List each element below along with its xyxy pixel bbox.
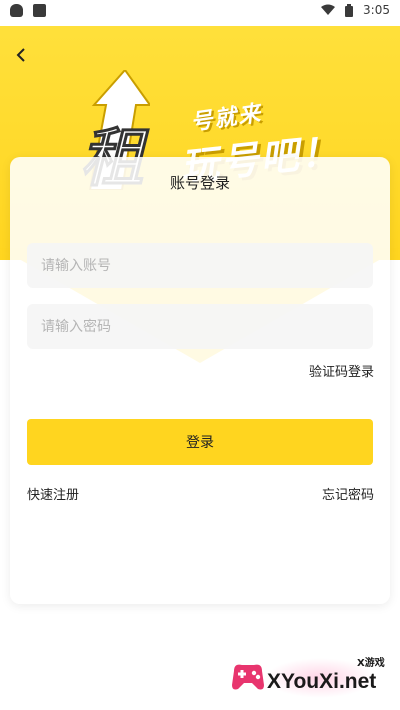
notification-icon: [10, 4, 23, 17]
register-link[interactable]: 快速注册: [27, 484, 79, 503]
chevron-left-icon: [16, 48, 25, 62]
account-input[interactable]: [27, 243, 373, 288]
card-title: 账号登录: [169, 174, 230, 192]
forgot-password-link[interactable]: 忘记密码: [322, 484, 374, 503]
sms-login-link[interactable]: 验证码登录: [309, 361, 374, 380]
watermark-small-text: X游戏: [357, 658, 385, 669]
app-notification-icon: [33, 4, 46, 17]
status-bar: 3:05: [0, 0, 400, 26]
back-button[interactable]: [10, 44, 32, 66]
status-left: [10, 4, 46, 17]
login-button[interactable]: 登录: [27, 419, 373, 465]
watermark-site-text: XYouXi.net: [267, 670, 377, 693]
status-right: 3:05: [321, 3, 390, 17]
wifi-icon: [321, 4, 336, 15]
login-card: 账号登录 验证码登录 登录 快速注册 忘记密码: [10, 157, 390, 604]
password-input[interactable]: [27, 304, 373, 349]
gamepad-icon: [232, 664, 264, 690]
battery-icon: [345, 3, 354, 17]
status-time: 3:05: [363, 3, 390, 17]
watermark: X游戏 XYouXi.net: [225, 650, 395, 705]
